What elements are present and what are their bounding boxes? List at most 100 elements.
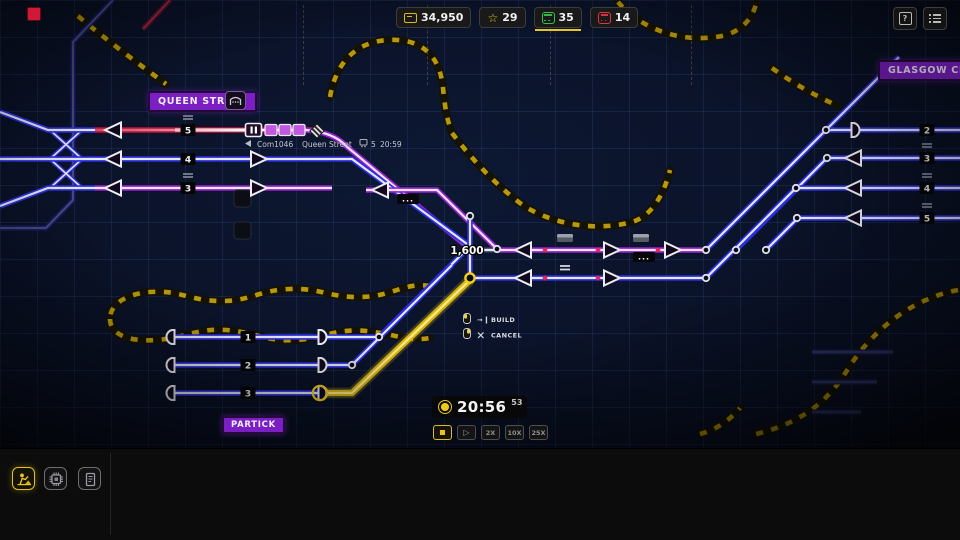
dim-button — [234, 190, 251, 207]
star-icon: ☆ — [487, 12, 498, 24]
track-end-cap[interactable] — [166, 330, 174, 344]
route-dots-label: ... — [638, 253, 650, 262]
reward-label: 1,600 — [450, 245, 483, 257]
money-pill: 34,950 — [396, 7, 471, 28]
trains-alert-pill[interactable]: 14 — [590, 7, 638, 28]
speed-play-button[interactable]: ▷ — [457, 425, 476, 440]
track-end-cap[interactable] — [166, 386, 174, 400]
tracks[interactable] — [0, 0, 960, 412]
journal-icon — [82, 471, 98, 487]
section-separator — [303, 5, 304, 85]
signal-left[interactable] — [372, 183, 388, 198]
train-head-marker — [310, 124, 324, 138]
signal-right[interactable] — [251, 152, 267, 167]
sensor[interactable] — [557, 234, 573, 242]
direction-arrow-icon — [245, 140, 251, 147]
signal-right[interactable] — [251, 181, 267, 196]
signal-left[interactable] — [845, 211, 861, 226]
signal-left[interactable] — [105, 181, 121, 196]
track-map[interactable]: Com1046 Queen Street 5 20:59 5 4 3 1 — [0, 0, 960, 448]
signal-left[interactable] — [515, 243, 531, 258]
train-label: Com1046 Queen Street 5 20:59 — [245, 140, 402, 150]
platform-number: 2 — [245, 362, 251, 372]
toolbar-divider — [110, 453, 111, 535]
train-destination: Queen Street — [302, 140, 352, 149]
sensor[interactable] — [560, 266, 570, 270]
platform-number: 3 — [245, 390, 251, 400]
train-wagon — [279, 125, 291, 136]
signal-left[interactable] — [105, 152, 121, 167]
signal-left[interactable] — [845, 151, 861, 166]
speed-2x-button[interactable]: 2X — [481, 425, 500, 440]
selected-node[interactable] — [465, 273, 474, 282]
station-badge-partick[interactable]: Partick — [222, 416, 285, 434]
game-clock: 20:56 53 — [432, 396, 527, 418]
chip-icon — [48, 471, 64, 487]
svg-text:→: → — [477, 316, 483, 324]
signal-right[interactable] — [665, 243, 681, 258]
track-end-cap[interactable] — [319, 358, 327, 372]
route-dots-label: ... — [402, 195, 414, 204]
platform-number: 5 — [185, 127, 191, 137]
section-separator — [691, 5, 692, 85]
automation-mode-button[interactable] — [44, 467, 67, 490]
build-mode-button[interactable] — [12, 467, 35, 490]
track-end-cap[interactable] — [166, 358, 174, 372]
help-button[interactable]: ? — [893, 7, 917, 30]
speed-10x-button[interactable]: 10X — [505, 425, 524, 440]
platform-number: 3 — [924, 155, 930, 165]
pause-icon — [440, 430, 445, 435]
cancel-hint-label: CANCEL — [491, 332, 522, 340]
trains-ok-count: 35 — [559, 11, 574, 24]
trains-alert-count: 14 — [615, 11, 630, 24]
play-icon: ▷ — [463, 429, 469, 437]
speed-controls: ▷ 2X 10X 25X — [433, 425, 548, 440]
platform-icon — [360, 140, 367, 148]
train-pause-icon — [246, 124, 262, 137]
map-corner-marker — [27, 7, 41, 21]
signal-right[interactable] — [604, 243, 620, 258]
trains-ok-pill[interactable]: 35 — [534, 7, 582, 28]
svg-text:Com1046 Queen Stre: Com1046 Queen Street 5 20:59 — [257, 140, 402, 149]
signal-right[interactable] — [604, 271, 620, 286]
station-arch-icon — [229, 95, 242, 106]
speed-pause-button[interactable] — [433, 425, 452, 440]
train-name: Com1046 — [257, 140, 293, 149]
signal-left[interactable] — [515, 271, 531, 286]
money-value: 34,950 — [421, 11, 463, 24]
train-com1046[interactable]: Com1046 Queen Street 5 20:59 — [245, 124, 402, 150]
list-menu-icon — [929, 14, 940, 23]
platform-number: 2 — [924, 127, 930, 137]
cancel-x-icon — [478, 333, 484, 339]
clock-time: 20:56 — [457, 398, 506, 416]
train-wagon — [265, 125, 277, 136]
station-badge-glasgow-central[interactable]: Glasgow Central — [878, 60, 960, 81]
journal-button[interactable] — [78, 467, 101, 490]
build-hint: → BUILD CANCEL — [464, 314, 523, 340]
train-platform: 5 — [371, 140, 376, 149]
build-hint-label: BUILD — [491, 316, 515, 324]
track-end-cap[interactable] — [319, 330, 327, 344]
signal-left[interactable] — [105, 123, 121, 138]
rail-route-game-window: Com1046 Queen Street 5 20:59 5 4 3 1 — [0, 0, 960, 540]
dim-button — [234, 222, 251, 239]
construction-worker-icon — [16, 471, 32, 487]
train-wagon — [293, 125, 305, 136]
train-ok-icon — [542, 12, 555, 24]
money-icon — [404, 13, 417, 23]
speed-25x-button[interactable]: 25X — [529, 425, 548, 440]
resource-bar: 34,950 ☆ 29 35 14 — [396, 7, 638, 28]
platform-number: 4 — [185, 156, 191, 166]
train-alert-icon — [598, 12, 611, 24]
stars-pill: ☆ 29 — [479, 7, 525, 28]
platform-number: 1 — [245, 334, 251, 344]
station-detail-button[interactable] — [225, 91, 246, 110]
stars-value: 29 — [502, 11, 517, 24]
menu-button[interactable] — [923, 7, 947, 30]
signal-left[interactable] — [845, 181, 861, 196]
clock-seconds: 53 — [511, 398, 522, 407]
track-end-cap[interactable] — [852, 123, 860, 137]
train-arrival-time: 20:59 — [380, 140, 402, 149]
sensor[interactable] — [633, 234, 649, 242]
map-canvas[interactable]: Com1046 Queen Street 5 20:59 5 4 3 1 — [0, 0, 960, 448]
